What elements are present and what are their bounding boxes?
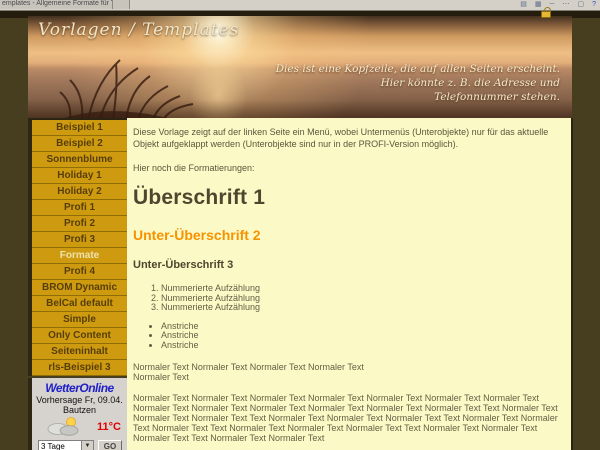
sidebar-item-holiday-1[interactable]: Holiday 1	[32, 168, 127, 183]
site-title: Vorlagen / Templates	[38, 20, 239, 40]
sidebar-item-belcal-default[interactable]: BelCal default	[32, 296, 127, 311]
sidebar-item-profi-2[interactable]: Profi 2	[32, 216, 127, 231]
normal-text-line-1: Normaler Text Normaler Text Normaler Tex…	[133, 362, 563, 372]
browser-tab-stub[interactable]	[113, 0, 130, 9]
sidebar-menu: Beispiel 1 Beispiel 2 Sonnenblume Holida…	[28, 120, 127, 376]
browser-bar: emplates - Allgemeine Formate für Texte …	[0, 0, 600, 11]
document-icon[interactable]: ▢	[577, 1, 584, 9]
sidebar-item-profi-1[interactable]: Profi 1	[32, 200, 127, 215]
sidebar-item-brom-dynamic[interactable]: BROM Dynamic	[32, 280, 127, 295]
formats-line: Hier noch die Formatierungen:	[133, 163, 563, 173]
heading-2: Unter-Überschrift 2	[133, 227, 563, 243]
wetteronline-logo[interactable]: WetterOnline	[32, 381, 127, 395]
sidebar-item-simple[interactable]: Simple	[32, 312, 127, 327]
go-button[interactable]: GO	[98, 440, 122, 450]
sidebar-item-rls-beispiel-3[interactable]: rls-Beispiel 3	[32, 360, 127, 375]
tagline-line-2: Hier könnte z. B. die Adresse und	[276, 76, 560, 90]
bullet-list-item: Anstriche	[161, 331, 563, 341]
normal-text-line-2: Normaler Text	[133, 372, 563, 382]
weather-widget: WetterOnline Vorhersage Fr, 09.04. Bautz…	[28, 378, 127, 450]
heading-3: Unter-Überschrift 3	[133, 259, 563, 271]
sidebar-item-profi-4[interactable]: Profi 4	[32, 264, 127, 279]
heading-1: Überschrift 1	[133, 186, 563, 210]
bullet-list-item: Anstriche	[161, 341, 563, 351]
tagline-line-3: Telefonnummer stehen.	[276, 90, 560, 104]
bullet-list-item: Anstriche	[161, 322, 563, 332]
help-icon[interactable]: ?	[592, 1, 596, 9]
sidebar-item-beispiel-1[interactable]: Beispiel 1	[32, 120, 127, 135]
page: emplates - Allgemeine Formate für Texte …	[0, 0, 600, 450]
main-content: Diese Vorlage zeigt auf der linken Seite…	[127, 118, 573, 450]
forecast-range-select[interactable]: 3 Tage ▼	[38, 440, 94, 450]
sidebar-item-beispiel-2[interactable]: Beispiel 2	[32, 136, 127, 151]
temperature-value: 11°C	[97, 421, 121, 433]
sidebar-item-only-content[interactable]: Only Content	[32, 328, 127, 343]
lock-icon[interactable]	[541, 7, 552, 18]
lock-body	[541, 11, 551, 18]
header-banner: Vorlagen / Templates Dies ist eine Kopfz…	[28, 16, 572, 120]
weather-city: Bautzen	[32, 405, 127, 415]
partly-cloudy-icon	[44, 417, 82, 437]
normal-text-paragraph: Normaler Text Normaler Text Normaler Tex…	[133, 393, 563, 443]
sidebar-item-sonnenblume[interactable]: Sonnenblume	[32, 152, 127, 167]
browser-toolbar-icons: ▤ ▦ ─ ⋯ ▢ ?	[520, 0, 596, 10]
sidebar-item-formate[interactable]: Formate	[32, 248, 127, 263]
tagline-line-1: Dies ist eine Kopfzeile, die auf allen S…	[276, 62, 560, 76]
header-tagline: Dies ist eine Kopfzeile, die auf allen S…	[276, 62, 560, 104]
weather-forecast-line: Vorhersage Fr, 09.04.	[32, 395, 127, 405]
dots-icon[interactable]: ⋯	[562, 1, 569, 9]
numbered-list-item: Nummerierte Aufzählung	[161, 303, 563, 313]
bullet-list: Anstriche Anstriche Anstriche	[149, 322, 563, 351]
numbered-list: Nummerierte Aufzählung Nummerierte Aufzä…	[147, 284, 563, 313]
browser-tab[interactable]: emplates - Allgemeine Formate für Texte …	[0, 0, 113, 9]
forecast-range-value: 3 Tage	[39, 441, 81, 450]
browser-tab-title: emplates - Allgemeine Formate für Texte …	[0, 0, 112, 8]
sidebar-item-holiday-2[interactable]: Holiday 2	[32, 184, 127, 199]
page-icon[interactable]: ▤	[520, 1, 527, 9]
dropdown-arrow-icon[interactable]: ▼	[81, 441, 93, 450]
intro-paragraph: Diese Vorlage zeigt auf der linken Seite…	[133, 126, 563, 150]
normal-text-block: Normaler Text Normaler Text Normaler Tex…	[133, 362, 563, 382]
sidebar-item-profi-3[interactable]: Profi 3	[32, 232, 127, 247]
sidebar-item-seiteninhalt[interactable]: Seiteninhalt	[32, 344, 127, 359]
